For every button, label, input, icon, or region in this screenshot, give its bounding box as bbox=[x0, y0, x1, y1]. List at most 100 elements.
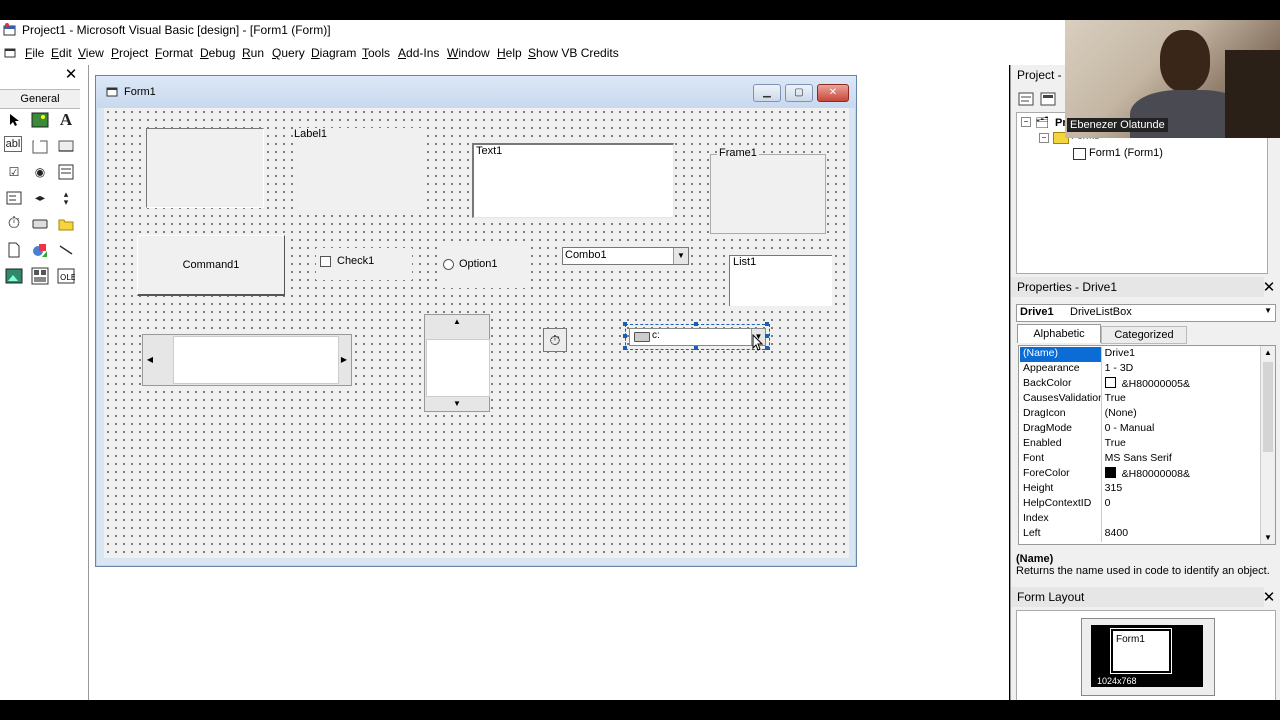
property-row[interactable]: Height 315 bbox=[1020, 482, 1260, 497]
close-button[interactable]: ✕ bbox=[817, 84, 849, 102]
check1-control[interactable]: Check1 bbox=[316, 248, 412, 280]
property-value[interactable]: &H80000005& bbox=[1101, 377, 1260, 392]
scroll-up-icon[interactable]: ▲ bbox=[1264, 348, 1272, 357]
pointer-tool-icon[interactable] bbox=[4, 110, 24, 130]
property-row[interactable]: DragIcon (None) bbox=[1020, 407, 1260, 422]
resize-handle[interactable] bbox=[623, 334, 627, 338]
image-tool-icon[interactable] bbox=[4, 266, 24, 286]
commandbutton-tool-icon[interactable] bbox=[56, 136, 76, 156]
property-value[interactable]: 0 bbox=[1101, 497, 1260, 512]
data-tool-icon[interactable] bbox=[30, 266, 50, 286]
menu-window[interactable]: Window bbox=[447, 46, 490, 60]
check1-box[interactable] bbox=[320, 256, 331, 267]
dirlistbox-tool-icon[interactable] bbox=[56, 214, 76, 234]
tab-alphabetic[interactable]: Alphabetic bbox=[1017, 324, 1101, 343]
resize-handle[interactable] bbox=[765, 334, 769, 338]
properties-scrollbar[interactable]: ▲ ▼ bbox=[1260, 346, 1275, 544]
label1-control[interactable]: Label1 bbox=[294, 128, 424, 210]
minimize-button[interactable]: ▁ bbox=[753, 84, 781, 102]
checkbox-tool-icon[interactable]: ☑ bbox=[4, 162, 24, 182]
property-row[interactable]: HelpContextID 0 bbox=[1020, 497, 1260, 512]
timer-tool-icon[interactable]: ⏱ bbox=[4, 214, 24, 234]
menu-tools[interactable]: Tools bbox=[362, 46, 390, 60]
menu-view[interactable]: View bbox=[78, 46, 104, 60]
vscrollbar-tool-icon[interactable]: ▴ ▾ bbox=[56, 188, 76, 208]
filelistbox-tool-icon[interactable] bbox=[4, 240, 24, 260]
list1-control[interactable]: List1 bbox=[729, 255, 832, 306]
maximize-button[interactable]: ▢ bbox=[785, 84, 813, 102]
property-row[interactable]: DragMode 0 - Manual bbox=[1020, 422, 1260, 437]
property-value[interactable]: MS Sans Serif bbox=[1101, 452, 1260, 467]
hscroll1-control[interactable]: ◀ ▶ bbox=[142, 334, 352, 386]
hscroll-thumb[interactable] bbox=[173, 336, 339, 384]
menu-file[interactable]: File bbox=[25, 46, 44, 60]
vscroll-down-arrow-icon[interactable]: ▼ bbox=[425, 397, 489, 411]
option1-radio[interactable] bbox=[443, 259, 454, 270]
combo1-dropdown-icon[interactable]: ▼ bbox=[673, 248, 688, 264]
scroll-down-icon[interactable]: ▼ bbox=[1264, 533, 1272, 542]
frame-tool-icon[interactable] bbox=[30, 136, 50, 156]
toolbox-close-icon[interactable]: ✕ bbox=[64, 67, 78, 82]
property-row[interactable]: Font MS Sans Serif bbox=[1020, 452, 1260, 467]
line-tool-icon[interactable] bbox=[56, 240, 76, 260]
picturebox-tool-icon[interactable] bbox=[30, 110, 50, 130]
property-value[interactable]: True bbox=[1101, 437, 1260, 452]
property-value[interactable]: (None) bbox=[1101, 407, 1260, 422]
menu-project[interactable]: Project bbox=[111, 46, 148, 60]
menu-add-ins[interactable]: Add-Ins bbox=[398, 46, 439, 60]
hscrollbar-tool-icon[interactable]: ◂▸ bbox=[30, 188, 50, 208]
property-value[interactable]: True bbox=[1101, 392, 1260, 407]
vscroll-up-arrow-icon[interactable]: ▲ bbox=[425, 315, 489, 329]
property-value[interactable]: &H80000008& bbox=[1101, 467, 1260, 482]
property-row[interactable]: Left 8400 bbox=[1020, 527, 1260, 542]
drive1-control[interactable]: c: ▼ bbox=[629, 328, 766, 346]
hscroll-left-arrow-icon[interactable]: ◀ bbox=[143, 335, 157, 385]
combo1-control[interactable]: Combo1 ▼ bbox=[562, 247, 689, 265]
hscroll-right-arrow-icon[interactable]: ▶ bbox=[337, 335, 351, 385]
form1-layout-preview[interactable]: Form1 bbox=[1110, 628, 1172, 674]
optionbutton-tool-icon[interactable]: ◉ bbox=[30, 162, 50, 182]
frame1-control[interactable]: Frame1 bbox=[710, 147, 826, 234]
property-row[interactable]: Appearance 1 - 3D bbox=[1020, 362, 1260, 377]
menu-run[interactable]: Run bbox=[242, 46, 264, 60]
view-object-icon[interactable] bbox=[1040, 92, 1056, 106]
picture1-control[interactable] bbox=[146, 128, 264, 208]
form-system-icon[interactable] bbox=[4, 47, 16, 59]
resize-handle[interactable] bbox=[623, 322, 627, 326]
shape-tool-icon[interactable] bbox=[30, 240, 50, 260]
tab-categorized[interactable]: Categorized bbox=[1101, 326, 1187, 344]
property-row[interactable]: Index bbox=[1020, 512, 1260, 527]
property-row[interactable]: CausesValidation True bbox=[1020, 392, 1260, 407]
property-row[interactable]: Enabled True bbox=[1020, 437, 1260, 452]
property-value[interactable]: 1 - 3D bbox=[1101, 362, 1260, 377]
listbox-tool-icon[interactable] bbox=[4, 188, 24, 208]
property-row[interactable]: BackColor &H80000005& bbox=[1020, 377, 1260, 392]
menu-show-vb-credits[interactable]: Show VB Credits bbox=[528, 46, 619, 60]
text1-control[interactable]: Text1 bbox=[472, 143, 674, 218]
form1-designer-window[interactable]: Form1 ▁ ▢ ✕ Label1 Text1 Frame1 Command1… bbox=[95, 75, 857, 567]
form1-tree-item[interactable]: Form1 (Form1) bbox=[1089, 147, 1163, 159]
menu-query[interactable]: Query bbox=[272, 46, 305, 60]
form-layout-close-icon[interactable]: ✕ bbox=[1261, 590, 1277, 606]
form1-canvas[interactable]: Label1 Text1 Frame1 Command1 Check1 Opti… bbox=[104, 108, 849, 558]
drivelistbox-tool-icon[interactable] bbox=[30, 214, 50, 234]
property-value[interactable]: 8400 bbox=[1101, 527, 1260, 542]
view-code-icon[interactable] bbox=[1018, 92, 1034, 106]
scroll-thumb[interactable] bbox=[1263, 362, 1273, 452]
ole-tool-icon[interactable]: OLE bbox=[56, 266, 76, 286]
option1-control[interactable]: Option1 bbox=[438, 246, 530, 288]
object-selector-dropdown-icon[interactable]: ▼ bbox=[1264, 306, 1272, 315]
label-tool-icon[interactable]: A bbox=[56, 110, 76, 130]
resize-handle[interactable] bbox=[623, 346, 627, 350]
menu-edit[interactable]: Edit bbox=[51, 46, 72, 60]
property-value[interactable]: 0 - Manual bbox=[1101, 422, 1260, 437]
menu-diagram[interactable]: Diagram bbox=[311, 46, 356, 60]
textbox-tool-icon[interactable]: abl bbox=[4, 136, 22, 152]
resize-handle[interactable] bbox=[694, 346, 698, 350]
tree-collapse-icon[interactable]: − bbox=[1039, 133, 1049, 143]
property-value[interactable]: 315 bbox=[1101, 482, 1260, 497]
menu-help[interactable]: Help bbox=[497, 46, 522, 60]
properties-close-icon[interactable]: ✕ bbox=[1261, 280, 1277, 296]
resize-handle[interactable] bbox=[765, 346, 769, 350]
combobox-tool-icon[interactable] bbox=[56, 162, 76, 182]
